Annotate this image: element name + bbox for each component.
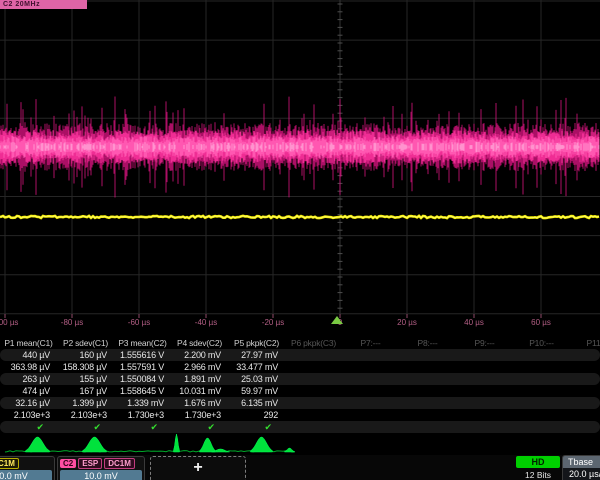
axis-label: -20 µs <box>262 318 284 327</box>
channel-descriptor-c2[interactable]: C2ESPDC1M 10.0 mV <box>57 456 145 480</box>
param-row: 363.98 µV158.308 µV1.557591 V2.966 mV33.… <box>0 361 600 373</box>
param-value: 1.557591 V <box>114 362 171 372</box>
c1-coupling-chip: DC1M <box>0 458 19 469</box>
param-value: 440 µV <box>0 350 57 360</box>
param-row: 263 µV155 µV1.550084 V1.891 mV25.03 mV <box>0 373 600 385</box>
param-header[interactable]: P10:--- <box>513 338 570 348</box>
param-row: 32.16 µV1.399 µV1.339 mV1.676 mV6.135 mV <box>0 397 600 409</box>
param-value: 1.676 mV <box>171 398 228 408</box>
param-value: 27.97 mV <box>228 350 285 360</box>
param-value: 167 µV <box>57 386 114 396</box>
param-value: 32.16 µV <box>0 398 57 408</box>
axis-label: 60 µs <box>531 318 551 327</box>
axis-label: -80 µs <box>61 318 83 327</box>
add-trace-button[interactable]: + <box>150 456 246 480</box>
param-value: 474 µV <box>0 386 57 396</box>
param-header[interactable]: P5 pkpk(C2) <box>228 338 285 348</box>
timebase-descriptor[interactable]: Tbase 20.0 µs/div <box>562 455 600 480</box>
measurement-table: P1 mean(C1)P2 sdev(C1)P3 mean(C2)P4 sdev… <box>0 336 600 433</box>
param-row: 2.103e+32.103e+31.730e+31.730e+3292 <box>0 409 600 421</box>
c2-badge-chip: ESP <box>78 458 102 469</box>
param-value: 1.730e+3 <box>114 410 171 420</box>
c2-scale-value: 10.0 mV <box>60 470 142 480</box>
oscilloscope-screen: C2 20MHz -100 µs -80 µs -60 µs -40 µs -20 µs… <box>0 0 600 480</box>
c1-scale-value: 10.0 mV <box>0 470 52 480</box>
param-value: 1.339 mV <box>114 398 171 408</box>
param-header[interactable]: P8:--- <box>399 338 456 348</box>
param-value: 263 µV <box>0 374 57 384</box>
param-value: 155 µV <box>57 374 114 384</box>
channel-descriptor-c1[interactable]: C1DC1M 10.0 mV <box>0 456 55 480</box>
c2-chip-row: C2ESPDC1M <box>60 458 142 469</box>
parameter-histicons <box>0 431 600 455</box>
param-header[interactable]: P11:--- <box>570 338 600 348</box>
param-value: 1.558645 V <box>114 386 171 396</box>
trace-annotation-badge: C2 20MHz <box>0 0 87 9</box>
c1-chip-row: C1DC1M <box>0 458 52 469</box>
param-value: 59.97 mV <box>228 386 285 396</box>
param-value: 2.103e+3 <box>0 410 57 420</box>
param-header[interactable]: P3 mean(C2) <box>114 338 171 348</box>
param-value: 1.730e+3 <box>171 410 228 420</box>
param-value: 2.200 mV <box>171 350 228 360</box>
param-value: 6.135 mV <box>228 398 285 408</box>
axis-label: 20 µs <box>397 318 417 327</box>
trigger-position-icon <box>331 316 343 324</box>
param-value: 160 µV <box>57 350 114 360</box>
param-value: 1.555616 V <box>114 350 171 360</box>
c2-badge-chip: DC1M <box>104 458 135 469</box>
param-value: 1.550084 V <box>114 374 171 384</box>
axis-label: -100 µs <box>0 318 18 327</box>
c2-label-chip: C2 <box>60 459 76 468</box>
axis-label: -60 µs <box>128 318 150 327</box>
hd-mode-badge[interactable]: HD <box>516 456 560 468</box>
param-row: 440 µV160 µV1.555616 V2.200 mV27.97 mV <box>0 349 600 361</box>
timebase-value: 20.0 µs/div <box>563 468 600 480</box>
param-value: 363.98 µV <box>0 362 57 372</box>
axis-label: -40 µs <box>195 318 217 327</box>
param-value: 33.477 mV <box>228 362 285 372</box>
param-header[interactable]: P4 sdev(C2) <box>171 338 228 348</box>
waveform-grid <box>0 0 600 332</box>
param-header[interactable]: P1 mean(C1) <box>0 338 57 348</box>
descriptor-bar: C1DC1M 10.0 mV C2ESPDC1M 10.0 mV + HD 12… <box>0 455 600 480</box>
param-value: 158.308 µV <box>57 362 114 372</box>
param-value: 1.399 µV <box>57 398 114 408</box>
param-value: 25.03 mV <box>228 374 285 384</box>
param-value: 2.103e+3 <box>57 410 114 420</box>
param-value: 1.891 mV <box>171 374 228 384</box>
param-header[interactable]: P2 sdev(C1) <box>57 338 114 348</box>
param-row: 474 µV167 µV1.558645 V10.031 mV59.97 mV <box>0 385 600 397</box>
hd-bits-label: 12 Bits <box>516 470 560 480</box>
param-value: 10.031 mV <box>171 386 228 396</box>
axis-label: 40 µs <box>464 318 484 327</box>
param-value: 292 <box>228 410 285 420</box>
timebase-label: Tbase <box>563 456 600 468</box>
param-value: 2.966 mV <box>171 362 228 372</box>
param-header[interactable]: P6 pkpk(C3) <box>285 338 342 348</box>
param-header[interactable]: P7:--- <box>342 338 399 348</box>
param-header[interactable]: P9:--- <box>456 338 513 348</box>
